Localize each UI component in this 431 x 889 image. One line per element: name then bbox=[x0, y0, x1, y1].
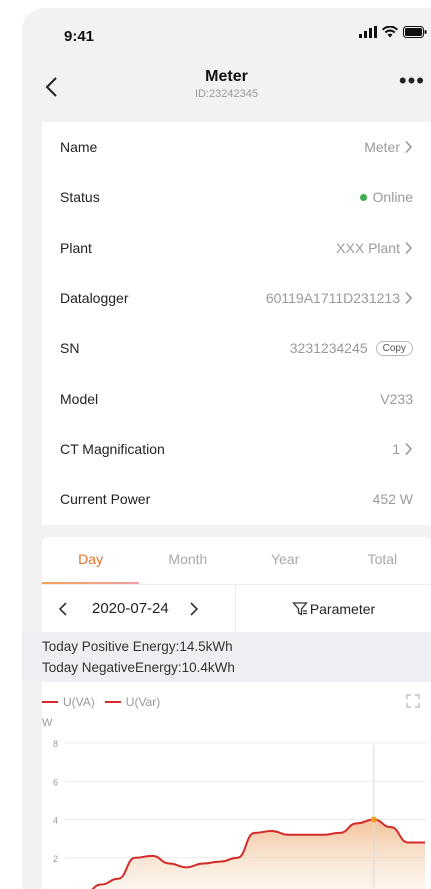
y-tick-label: 6 bbox=[53, 777, 58, 787]
y-tick-label: 4 bbox=[53, 816, 58, 826]
online-dot-icon bbox=[359, 193, 367, 201]
info-row-ct-magnification[interactable]: CT Magnification 1 bbox=[42, 424, 431, 474]
wifi-icon bbox=[382, 26, 398, 38]
chevron-right-icon bbox=[405, 442, 413, 455]
row-value: 1 bbox=[392, 440, 400, 457]
legend-swatch bbox=[104, 701, 121, 703]
nav-bar: Meter ID:23242345 ••• bbox=[22, 62, 431, 112]
power-chart: 02468 bbox=[53, 739, 427, 889]
signal-icon bbox=[359, 26, 377, 38]
row-label: CT Magnification bbox=[60, 440, 165, 457]
tab-total[interactable]: Total bbox=[334, 537, 431, 584]
row-label: Model bbox=[60, 390, 99, 407]
info-row-status: Status Online bbox=[42, 172, 431, 222]
row-label: Name bbox=[60, 139, 98, 156]
date-selector: 2020-07-24 bbox=[42, 585, 236, 632]
battery-icon bbox=[403, 26, 427, 38]
chevron-right-icon bbox=[405, 291, 413, 305]
selected-date[interactable]: 2020-07-24 bbox=[92, 600, 169, 617]
energy-summary: Today Positive Energy:14.5kWh Today Nega… bbox=[22, 632, 431, 682]
info-row-plant[interactable]: Plant XXX Plant bbox=[42, 223, 431, 273]
negative-energy: Today NegativeEnergy:10.4kWh bbox=[42, 660, 235, 675]
copy-button[interactable]: Copy bbox=[375, 340, 413, 356]
tab-year[interactable]: Year bbox=[237, 537, 334, 584]
phone-screen: 9:41 Meter ID:23242345 ••• Name Meter St… bbox=[22, 8, 431, 889]
status-time: 9:41 bbox=[64, 28, 95, 45]
info-row-sn: SN 3231234245 Copy bbox=[42, 323, 431, 373]
row-label: Datalogger bbox=[60, 290, 129, 307]
page-title: Meter bbox=[205, 68, 248, 85]
chart-legend: U(VA) U(Var) bbox=[42, 695, 160, 709]
row-value: Meter bbox=[364, 139, 400, 156]
device-id: ID:23242345 bbox=[195, 88, 258, 100]
legend-label: U(Var) bbox=[125, 695, 161, 709]
row-label: Current Power bbox=[60, 491, 151, 508]
row-value: Online bbox=[372, 189, 413, 206]
device-info-card: Name Meter Status Online Plant XXX Plant… bbox=[42, 122, 431, 525]
y-tick-label: 2 bbox=[53, 854, 58, 864]
row-value: 60119A1711D231213 bbox=[265, 290, 400, 307]
chevron-right-icon bbox=[405, 141, 413, 154]
row-value: 3231234245 bbox=[289, 340, 368, 357]
legend-item[interactable]: U(Var) bbox=[104, 695, 161, 709]
more-icon[interactable]: ••• bbox=[399, 70, 425, 92]
positive-energy: Today Positive Energy:14.5kWh bbox=[42, 639, 233, 654]
fullscreen-icon[interactable] bbox=[405, 693, 421, 709]
info-row-model: Model V233 bbox=[42, 373, 431, 423]
status-icons bbox=[359, 26, 427, 38]
next-date-icon[interactable] bbox=[187, 599, 201, 619]
legend-label: U(VA) bbox=[63, 695, 95, 709]
chart-card: Day Month Year Total 2020-07-24 Paramete… bbox=[22, 537, 431, 889]
row-value: XXX Plant bbox=[336, 239, 400, 256]
info-row-current-power: Current Power 452 W bbox=[42, 474, 431, 524]
legend-swatch bbox=[42, 701, 58, 703]
status-bar: 9:41 bbox=[22, 8, 431, 62]
parameter-label: Parameter bbox=[309, 600, 376, 617]
date-bar: 2020-07-24 Parameter bbox=[42, 585, 431, 632]
row-value: 452 W bbox=[372, 491, 413, 508]
info-row-name[interactable]: Name Meter bbox=[42, 122, 431, 172]
chevron-right-icon bbox=[405, 241, 413, 254]
highlight-point bbox=[370, 816, 377, 823]
tab-month[interactable]: Month bbox=[139, 537, 236, 584]
y-tick-label: 8 bbox=[53, 739, 58, 749]
tab-day[interactable]: Day bbox=[42, 537, 140, 584]
row-label: Status bbox=[60, 189, 100, 206]
row-label: SN bbox=[60, 340, 80, 357]
parameter-button[interactable]: Parameter bbox=[236, 585, 431, 632]
filter-icon bbox=[291, 601, 308, 616]
y-axis-unit: W bbox=[42, 717, 53, 729]
period-tabs: Day Month Year Total bbox=[42, 537, 431, 584]
info-row-datalogger[interactable]: Datalogger 60119A1711D231213 bbox=[42, 273, 431, 323]
row-label: Plant bbox=[60, 239, 92, 256]
prev-date-icon[interactable] bbox=[56, 599, 70, 619]
legend-item[interactable]: U(VA) bbox=[42, 695, 95, 709]
row-value: V233 bbox=[380, 390, 413, 407]
